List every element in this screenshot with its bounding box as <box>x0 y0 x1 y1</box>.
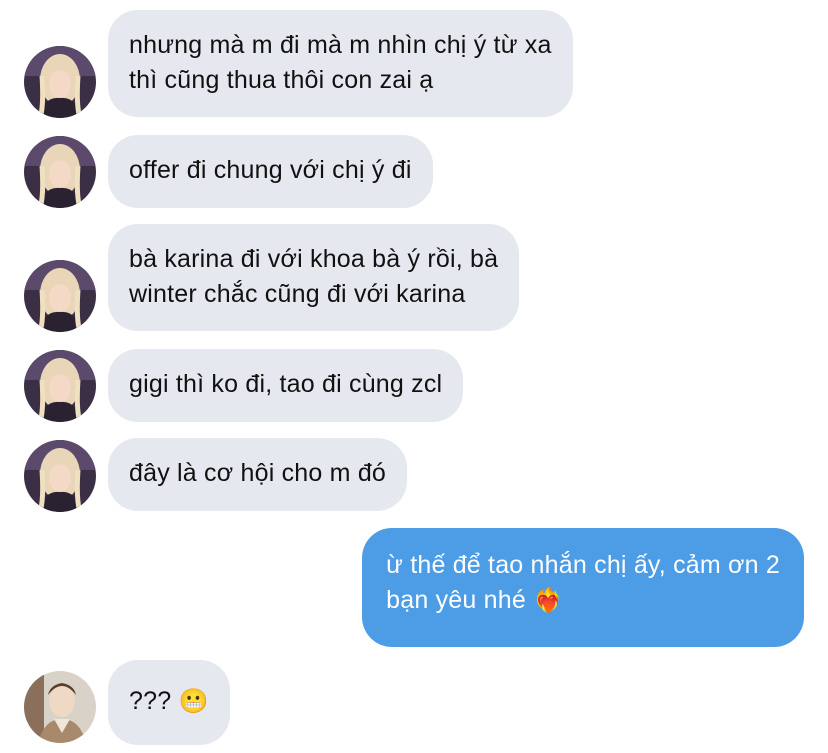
message-text: gigi thì ko đi, tao đi cùng zcl <box>129 370 443 398</box>
message-text-with-emoji: bạn yêu nhé ❤️‍🔥 <box>386 583 780 618</box>
contact-avatar[interactable] <box>24 350 96 422</box>
message-text: bà karina đi với khoa bà ý rồi, bà <box>129 245 499 273</box>
message-bubble-incoming[interactable]: đây là cơ hội cho m đó <box>108 438 408 511</box>
avatar-blonde-woman-icon <box>24 260 96 332</box>
grimacing-face-emoji-icon: 😬 <box>178 687 209 715</box>
heart-on-fire-emoji-icon: ❤️‍🔥 <box>533 586 564 614</box>
avatar-blonde-woman-icon <box>24 46 96 118</box>
message-bubble-incoming[interactable]: ??? 😬 <box>108 660 230 745</box>
message-text-with-emoji: ??? 😬 <box>129 684 209 719</box>
message-text: offer đi chung với chị ý đi <box>129 156 412 184</box>
message-text: ừ thế để tao nhắn chị ấy, cảm ơn 2 <box>386 551 780 579</box>
contact-avatar[interactable] <box>24 136 96 208</box>
message-bubble-outgoing[interactable]: ừ thế để tao nhắn chị ấy, cảm ơn 2 bạn y… <box>362 528 804 647</box>
message-text: winter chắc cũng đi với karina <box>129 280 466 308</box>
contact2-avatar[interactable] <box>24 671 96 743</box>
message-text: ??? <box>129 687 172 715</box>
message-bubble-incoming[interactable]: gigi thì ko đi, tao đi cùng zcl <box>108 349 464 422</box>
avatar-blonde-woman-icon <box>24 440 96 512</box>
message-text: nhưng mà m đi mà m nhìn chị ý từ xa <box>129 31 552 59</box>
message-text: đây là cơ hội cho m đó <box>129 459 387 487</box>
avatar-blonde-woman-icon <box>24 350 96 422</box>
contact-avatar[interactable] <box>24 46 96 118</box>
avatar-man-icon <box>24 671 96 743</box>
contact-avatar[interactable] <box>24 440 96 512</box>
message-text: thì cũng thua thôi con zai ạ <box>129 66 434 94</box>
contact-avatar[interactable] <box>24 260 96 332</box>
message-bubble-incoming[interactable]: nhưng mà m đi mà m nhìn chị ý từ xa thì … <box>108 10 573 117</box>
message-bubble-incoming[interactable]: offer đi chung với chị ý đi <box>108 135 433 208</box>
message-bubble-incoming[interactable]: bà karina đi với khoa bà ý rồi, bà winte… <box>108 224 520 331</box>
avatar-blonde-woman-icon <box>24 136 96 208</box>
message-text: bạn yêu nhé <box>386 586 526 614</box>
